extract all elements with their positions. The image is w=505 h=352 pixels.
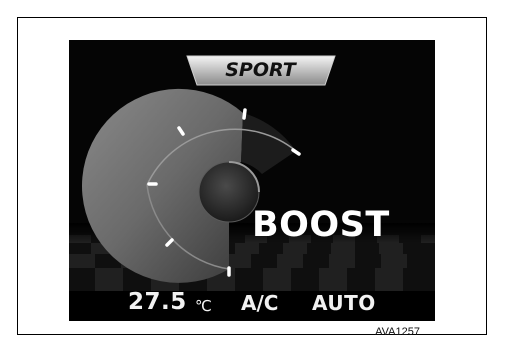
display-screen: SPORT BOOST 27.5 ℃ A/C AUTO bbox=[69, 40, 435, 321]
ac-status: A/C bbox=[241, 291, 279, 315]
display-graphics bbox=[69, 55, 435, 291]
temperature-unit: ℃ bbox=[195, 297, 212, 315]
temperature-value: 27.5 bbox=[128, 289, 187, 315]
boost-label: BOOST bbox=[252, 205, 390, 245]
climate-mode-status: AUTO bbox=[312, 291, 376, 315]
figure-code: AVA1257 bbox=[375, 326, 420, 338]
sport-mode-label: SPORT bbox=[225, 59, 296, 81]
